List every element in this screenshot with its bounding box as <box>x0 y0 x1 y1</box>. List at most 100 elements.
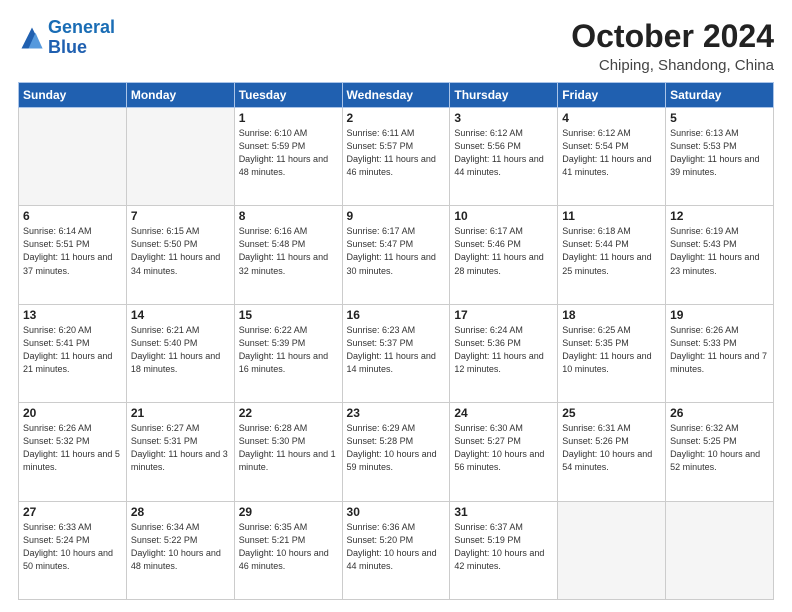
calendar-week-row: 13Sunrise: 6:20 AM Sunset: 5:41 PM Dayli… <box>19 304 774 402</box>
calendar-cell: 1 Sunrise: 6:10 AM Sunset: 5:59 PM Daylig… <box>234 108 342 206</box>
calendar-cell: 10 Sunrise: 6:17 AM Sunset: 5:46 PM Dayli… <box>450 206 558 304</box>
day-number: 31 <box>454 505 553 519</box>
calendar-cell: 8Sunrise: 6:16 AM Sunset: 5:48 PM Daylig… <box>234 206 342 304</box>
cell-info: Sunrise: 6:37 AM Sunset: 5:19 PM Dayligh… <box>454 521 553 573</box>
cell-info: Sunrise: 6:12 AM Sunset: 5:54 PM Dayligh… <box>562 127 661 179</box>
page: General Blue October 2024 Chiping, Shand… <box>0 0 792 612</box>
calendar-cell <box>19 108 127 206</box>
calendar-cell: 3Sunrise: 6:12 AM Sunset: 5:56 PM Daylig… <box>450 108 558 206</box>
cell-info: Sunrise: 6:17 AM Sunset: 5:46 PM Dayligh… <box>454 225 553 277</box>
cell-info: Sunrise: 6:13 AM Sunset: 5:53 PM Dayligh… <box>670 127 769 179</box>
calendar-cell: 14Sunrise: 6:21 AM Sunset: 5:40 PM Dayli… <box>126 304 234 402</box>
day-of-week-header: Saturday <box>666 83 774 108</box>
day-number: 25 <box>562 406 661 420</box>
calendar-cell: 24 Sunrise: 6:30 AM Sunset: 5:27 PM Dayli… <box>450 403 558 501</box>
cell-info: Sunrise: 6:26 AM Sunset: 5:32 PM Dayligh… <box>23 422 122 474</box>
calendar-cell: 6Sunrise: 6:14 AM Sunset: 5:51 PM Daylig… <box>19 206 127 304</box>
calendar-cell: 2 Sunrise: 6:11 AM Sunset: 5:57 PM Daylig… <box>342 108 450 206</box>
day-number: 5 <box>670 111 769 125</box>
day-of-week-header: Thursday <box>450 83 558 108</box>
calendar-cell: 25 Sunrise: 6:31 AM Sunset: 5:26 PM Dayli… <box>558 403 666 501</box>
day-number: 16 <box>347 308 446 322</box>
cell-info: Sunrise: 6:11 AM Sunset: 5:57 PM Dayligh… <box>347 127 446 179</box>
calendar-cell: 27 Sunrise: 6:33 AM Sunset: 5:24 PM Dayli… <box>19 501 127 599</box>
calendar-cell: 9 Sunrise: 6:17 AM Sunset: 5:47 PM Daylig… <box>342 206 450 304</box>
cell-info: Sunrise: 6:36 AM Sunset: 5:20 PM Dayligh… <box>347 521 446 573</box>
calendar-cell: 22 Sunrise: 6:28 AM Sunset: 5:30 PM Dayli… <box>234 403 342 501</box>
calendar-week-row: 20 Sunrise: 6:26 AM Sunset: 5:32 PM Dayli… <box>19 403 774 501</box>
header: General Blue October 2024 Chiping, Shand… <box>18 18 774 74</box>
calendar-cell: 15 Sunrise: 6:22 AM Sunset: 5:39 PM Dayli… <box>234 304 342 402</box>
day-of-week-header: Monday <box>126 83 234 108</box>
day-number: 26 <box>670 406 769 420</box>
day-number: 23 <box>347 406 446 420</box>
calendar-week-row: 27 Sunrise: 6:33 AM Sunset: 5:24 PM Dayli… <box>19 501 774 599</box>
calendar-cell: 5 Sunrise: 6:13 AM Sunset: 5:53 PM Daylig… <box>666 108 774 206</box>
day-number: 1 <box>239 111 338 125</box>
day-number: 24 <box>454 406 553 420</box>
day-number: 2 <box>347 111 446 125</box>
cell-info: Sunrise: 6:22 AM Sunset: 5:39 PM Dayligh… <box>239 324 338 376</box>
day-number: 20 <box>23 406 122 420</box>
day-number: 22 <box>239 406 338 420</box>
cell-info: Sunrise: 6:14 AM Sunset: 5:51 PM Dayligh… <box>23 225 122 277</box>
calendar-cell: 26 Sunrise: 6:32 AM Sunset: 5:25 PM Dayli… <box>666 403 774 501</box>
cell-info: Sunrise: 6:15 AM Sunset: 5:50 PM Dayligh… <box>131 225 230 277</box>
day-number: 15 <box>239 308 338 322</box>
calendar: SundayMondayTuesdayWednesdayThursdayFrid… <box>18 82 774 600</box>
cell-info: Sunrise: 6:17 AM Sunset: 5:47 PM Dayligh… <box>347 225 446 277</box>
calendar-cell: 4 Sunrise: 6:12 AM Sunset: 5:54 PM Daylig… <box>558 108 666 206</box>
day-number: 13 <box>23 308 122 322</box>
calendar-cell <box>126 108 234 206</box>
calendar-cell: 19Sunrise: 6:26 AM Sunset: 5:33 PM Dayli… <box>666 304 774 402</box>
calendar-cell <box>558 501 666 599</box>
calendar-cell: 28 Sunrise: 6:34 AM Sunset: 5:22 PM Dayli… <box>126 501 234 599</box>
location: Chiping, Shandong, China <box>571 57 774 74</box>
cell-info: Sunrise: 6:21 AM Sunset: 5:40 PM Dayligh… <box>131 324 230 376</box>
day-of-week-header: Wednesday <box>342 83 450 108</box>
day-number: 21 <box>131 406 230 420</box>
day-number: 8 <box>239 209 338 223</box>
day-number: 7 <box>131 209 230 223</box>
calendar-cell: 11Sunrise: 6:18 AM Sunset: 5:44 PM Dayli… <box>558 206 666 304</box>
cell-info: Sunrise: 6:34 AM Sunset: 5:22 PM Dayligh… <box>131 521 230 573</box>
day-number: 10 <box>454 209 553 223</box>
cell-info: Sunrise: 6:31 AM Sunset: 5:26 PM Dayligh… <box>562 422 661 474</box>
calendar-cell: 7 Sunrise: 6:15 AM Sunset: 5:50 PM Daylig… <box>126 206 234 304</box>
day-number: 28 <box>131 505 230 519</box>
cell-info: Sunrise: 6:23 AM Sunset: 5:37 PM Dayligh… <box>347 324 446 376</box>
calendar-week-row: 6Sunrise: 6:14 AM Sunset: 5:51 PM Daylig… <box>19 206 774 304</box>
day-number: 27 <box>23 505 122 519</box>
calendar-cell: 16 Sunrise: 6:23 AM Sunset: 5:37 PM Dayli… <box>342 304 450 402</box>
calendar-cell: 30 Sunrise: 6:36 AM Sunset: 5:20 PM Dayli… <box>342 501 450 599</box>
day-number: 19 <box>670 308 769 322</box>
day-number: 9 <box>347 209 446 223</box>
day-number: 4 <box>562 111 661 125</box>
cell-info: Sunrise: 6:19 AM Sunset: 5:43 PM Dayligh… <box>670 225 769 277</box>
cell-info: Sunrise: 6:25 AM Sunset: 5:35 PM Dayligh… <box>562 324 661 376</box>
calendar-week-row: 1 Sunrise: 6:10 AM Sunset: 5:59 PM Daylig… <box>19 108 774 206</box>
calendar-cell: 13Sunrise: 6:20 AM Sunset: 5:41 PM Dayli… <box>19 304 127 402</box>
title-block: October 2024 Chiping, Shandong, China <box>571 18 774 74</box>
day-of-week-header: Sunday <box>19 83 127 108</box>
logo-icon <box>18 24 46 52</box>
cell-info: Sunrise: 6:10 AM Sunset: 5:59 PM Dayligh… <box>239 127 338 179</box>
day-number: 17 <box>454 308 553 322</box>
calendar-cell: 17 Sunrise: 6:24 AM Sunset: 5:36 PM Dayli… <box>450 304 558 402</box>
calendar-cell: 31 Sunrise: 6:37 AM Sunset: 5:19 PM Dayli… <box>450 501 558 599</box>
calendar-cell: 29Sunrise: 6:35 AM Sunset: 5:21 PM Dayli… <box>234 501 342 599</box>
calendar-cell: 21 Sunrise: 6:27 AM Sunset: 5:31 PM Dayli… <box>126 403 234 501</box>
cell-info: Sunrise: 6:35 AM Sunset: 5:21 PM Dayligh… <box>239 521 338 573</box>
cell-info: Sunrise: 6:29 AM Sunset: 5:28 PM Dayligh… <box>347 422 446 474</box>
cell-info: Sunrise: 6:33 AM Sunset: 5:24 PM Dayligh… <box>23 521 122 573</box>
day-number: 30 <box>347 505 446 519</box>
cell-info: Sunrise: 6:30 AM Sunset: 5:27 PM Dayligh… <box>454 422 553 474</box>
day-number: 12 <box>670 209 769 223</box>
calendar-cell: 23 Sunrise: 6:29 AM Sunset: 5:28 PM Dayli… <box>342 403 450 501</box>
cell-info: Sunrise: 6:12 AM Sunset: 5:56 PM Dayligh… <box>454 127 553 179</box>
logo-line1: General <box>48 17 115 37</box>
cell-info: Sunrise: 6:24 AM Sunset: 5:36 PM Dayligh… <box>454 324 553 376</box>
cell-info: Sunrise: 6:32 AM Sunset: 5:25 PM Dayligh… <box>670 422 769 474</box>
cell-info: Sunrise: 6:28 AM Sunset: 5:30 PM Dayligh… <box>239 422 338 474</box>
cell-info: Sunrise: 6:27 AM Sunset: 5:31 PM Dayligh… <box>131 422 230 474</box>
